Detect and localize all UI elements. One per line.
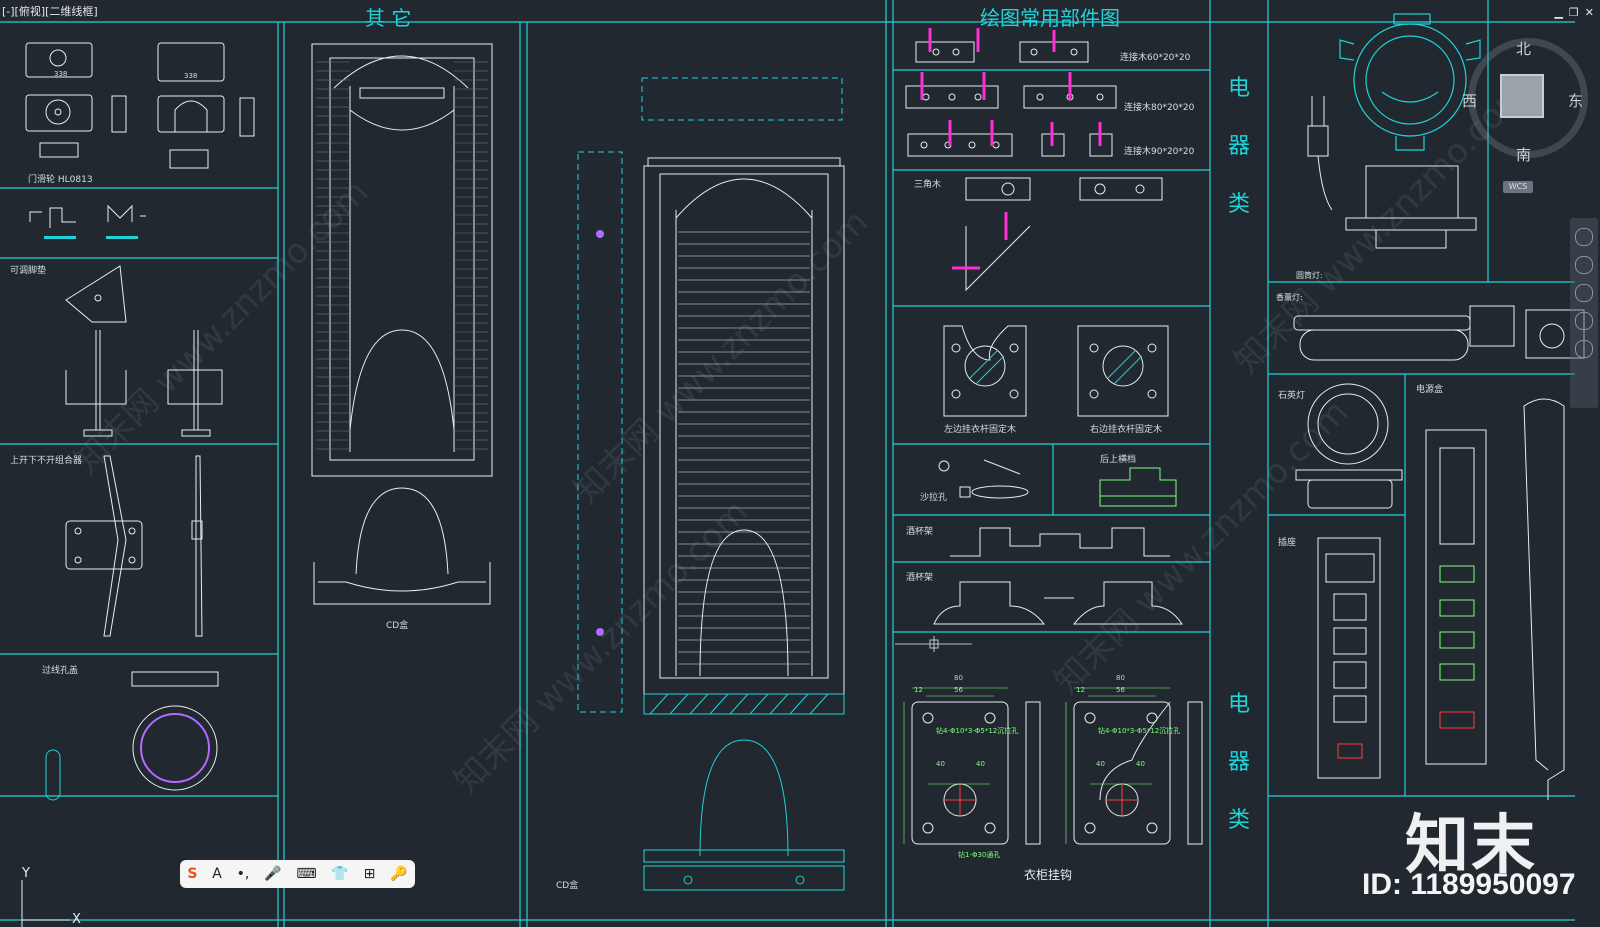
connecting-wood-screws [920, 28, 1102, 146]
drill-note-3: 钻1-Φ30通孔 [958, 851, 1001, 859]
pan-icon[interactable] [1575, 256, 1593, 274]
cad-drawing-canvas[interactable] [0, 0, 1600, 927]
label-adjustable-foot: 可调脚垫 [10, 266, 47, 276]
sogou-logo-icon[interactable]: S [187, 866, 197, 882]
label-conn-90: 连接木90*20*20 [1124, 147, 1195, 157]
restore-icon[interactable]: ❐ [1569, 6, 1579, 19]
crosshair-cursor [895, 636, 972, 652]
cd-box-2-drawing [643, 739, 845, 891]
label-wardrobe-hook: 衣柜挂钩 [1024, 868, 1073, 882]
pulley-number-1: 338 [54, 70, 68, 78]
pulley-clips [29, 204, 146, 228]
header-electric-1: 电 器 类 [1228, 76, 1251, 217]
resource-id: ID: 1189950097 [1362, 868, 1576, 901]
viewport-label[interactable]: [-][俯视][二维线框] [2, 3, 98, 19]
label-wine-rack-2: 酒杯架 [906, 573, 934, 583]
header-other: 其 它 [365, 6, 412, 30]
zoom-icon[interactable] [1575, 284, 1593, 302]
power-box-drawing [1425, 398, 1565, 800]
ucs-icon [21, 880, 70, 927]
rod-holder-hatching [969, 349, 1143, 385]
label-conn-80: 连接木80*20*20 [1124, 103, 1195, 113]
label-socket: 插座 [1278, 538, 1297, 548]
connecting-wood-drawings [905, 41, 1117, 157]
axis-y-label: Y [22, 866, 30, 881]
dim-12a: 12 [914, 686, 923, 694]
cd-box-1-drawing [313, 487, 491, 605]
label-quartz-lamp: 石英灯 [1278, 391, 1306, 401]
font-a-icon[interactable]: A [212, 866, 222, 882]
combo-drawing [65, 455, 203, 637]
dim-80b: 80 [1116, 674, 1125, 682]
cd-rack-holes [596, 230, 604, 636]
skin-icon[interactable]: 👕 [331, 866, 348, 882]
wcs-menu[interactable]: WCS [1503, 181, 1533, 193]
steering-wheel-icon[interactable] [1575, 228, 1593, 246]
shelf-bricks [316, 61, 488, 450]
back-rail-drawing [1099, 467, 1177, 507]
dim-56b: 56 [1116, 686, 1125, 694]
dim-12b: 12 [1076, 686, 1085, 694]
viewcube-north[interactable]: 北 [1516, 38, 1531, 59]
drill-note-1: 钻4-Φ10*3-Φ5*12沉拉孔 [936, 727, 1019, 735]
dim-40b: 40 [976, 760, 985, 768]
dim-40a: 40 [936, 760, 945, 768]
dim-40c: 40 [1096, 760, 1105, 768]
punctuation-icon[interactable]: •, [237, 866, 250, 882]
tools-icon[interactable]: 🔑 [390, 866, 407, 882]
label-combo: 上开下不开组合器 [10, 456, 83, 466]
label-triangle-wood: 三角木 [914, 180, 942, 190]
header-common-parts: 绘图常用部件图 [980, 6, 1120, 30]
sofa-hole-drawing [938, 459, 1029, 499]
grid-menu-icon[interactable]: ⊞ [364, 866, 376, 882]
input-method-toolbar[interactable]: S A •, 🎤 ⌨ 👕 ⊞ 🔑 [180, 860, 415, 888]
label-cable-cover: 过线孔盖 [42, 666, 79, 676]
triangle-wood-drawing [965, 177, 1163, 292]
pulley-number-2: 338 [184, 72, 198, 80]
viewcube-west[interactable]: 西 [1462, 90, 1477, 111]
cable-cover-drawing [45, 671, 219, 801]
frame-lines [0, 0, 1575, 927]
label-sofa-hole: 沙拉孔 [920, 493, 948, 503]
viewcube-south[interactable]: 南 [1516, 144, 1531, 165]
label-left-rod: 左边挂衣杆固定木 [944, 425, 1017, 435]
wardrobe-hook-drawings [911, 701, 1203, 845]
dim-40d: 40 [1136, 760, 1145, 768]
label-power-box: 电源盒 [1416, 385, 1444, 395]
label-back-rail: 后上横档 [1100, 455, 1137, 465]
navigation-bar[interactable] [1570, 218, 1598, 408]
label-door-pulley: 门滑轮 HL0813 [28, 175, 93, 185]
dim-56a: 56 [954, 686, 963, 694]
dim-80a: 80 [954, 674, 963, 682]
microphone-icon[interactable]: 🎤 [264, 866, 281, 882]
close-icon[interactable]: ✕ [1585, 6, 1594, 19]
door-pulley-drawings [25, 42, 255, 169]
cd-tower-base [643, 693, 845, 715]
viewcube-face[interactable] [1500, 74, 1544, 118]
label-conn-60: 连接木60*20*20 [1120, 53, 1191, 63]
label-cd-box-2: CD盒 [556, 881, 579, 891]
triangle-wood-screws [952, 212, 1008, 270]
label-round-lamp: 圆筒灯: [1296, 271, 1323, 280]
drill-note-2: 钻4-Φ10*3-Φ5*12沉拉孔 [1098, 727, 1181, 735]
hook-center-marks [944, 784, 1138, 816]
label-wine-rack-1: 酒杯架 [906, 527, 934, 537]
label-right-rod: 右边挂衣杆固定木 [1090, 425, 1163, 435]
keyboard-icon[interactable]: ⌨ [296, 866, 316, 882]
axis-x-label: X [72, 912, 81, 927]
socket-strip-drawing [1317, 537, 1381, 779]
door-pulley-accents [44, 236, 138, 239]
orbit-icon[interactable] [1575, 312, 1593, 330]
showmotion-icon[interactable] [1575, 340, 1593, 358]
fragrance-lamp-drawing [1293, 305, 1585, 361]
label-fragrance-lamp: 香薰灯: [1276, 293, 1303, 302]
label-cd-box-1: CD盒 [386, 621, 409, 631]
header-electric-2: 电 器 类 [1228, 692, 1251, 833]
window-controls: ▁ ❐ ✕ [1554, 6, 1594, 19]
minimize-icon[interactable]: ▁ [1554, 6, 1562, 19]
viewcube-east[interactable]: 东 [1568, 90, 1583, 111]
